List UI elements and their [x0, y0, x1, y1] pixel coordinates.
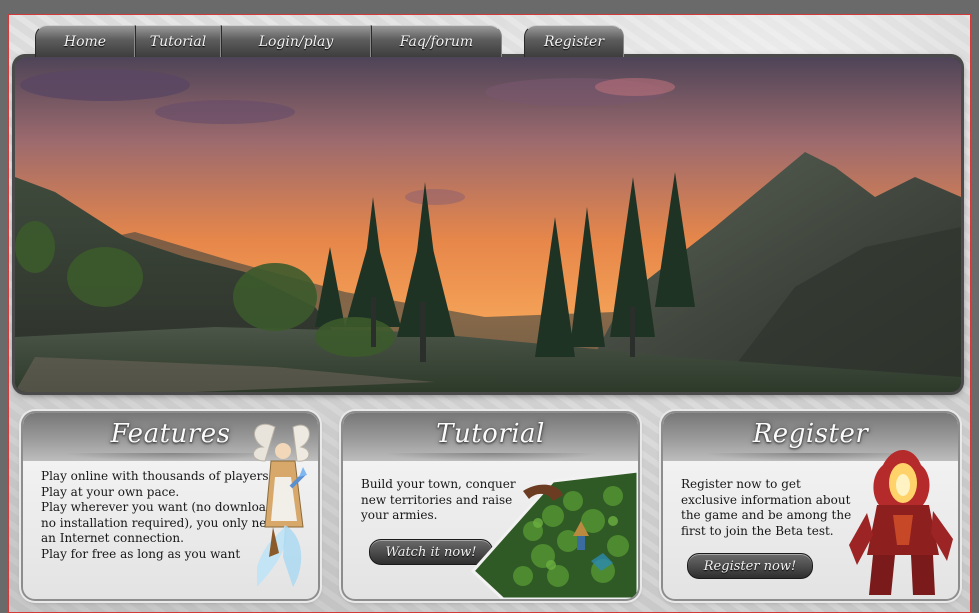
winged-mage-illustration	[253, 424, 310, 587]
main-nav: Home Tutorial Login/play Faq/forum Regis…	[35, 25, 624, 57]
sunset-landscape-image	[15, 57, 961, 392]
page: Home Tutorial Login/play Faq/forum Regis…	[0, 0, 979, 613]
register-text: Register now to get exclusive informatio…	[681, 477, 851, 539]
tutorial-panel: Tutorial Build your town, conquer new te…	[343, 413, 638, 599]
tab-register[interactable]: Register	[524, 25, 624, 57]
register-panel: Register Register now to get exclusive i…	[663, 413, 958, 599]
game-map-illustration	[470, 469, 638, 599]
banner-corner-ornament	[15, 362, 61, 392]
banner-corner-ornament	[15, 57, 61, 87]
banner-corner-ornament	[915, 362, 961, 392]
register-line: Register now to get	[681, 477, 801, 491]
hero-banner	[15, 57, 961, 392]
banner-corner-ornament	[915, 57, 961, 87]
tab-faq-forum[interactable]: Faq/forum	[371, 25, 502, 57]
register-line: exclusive information about	[681, 492, 851, 507]
tab-tutorial[interactable]: Tutorial	[135, 25, 221, 57]
tab-login-play[interactable]: Login/play	[221, 25, 371, 57]
register-line: first to join the Beta test.	[681, 523, 834, 538]
register-line: the game and be among the	[681, 508, 852, 522]
tab-home[interactable]: Home	[35, 25, 135, 57]
register-now-button[interactable]: Register now!	[687, 553, 813, 579]
site-frame: Home Tutorial Login/play Faq/forum Regis…	[8, 14, 971, 613]
features-panel: Features Play online with thousands of p…	[23, 413, 318, 599]
fire-golem-illustration	[849, 450, 953, 595]
tutorial-title: Tutorial	[436, 419, 545, 449]
